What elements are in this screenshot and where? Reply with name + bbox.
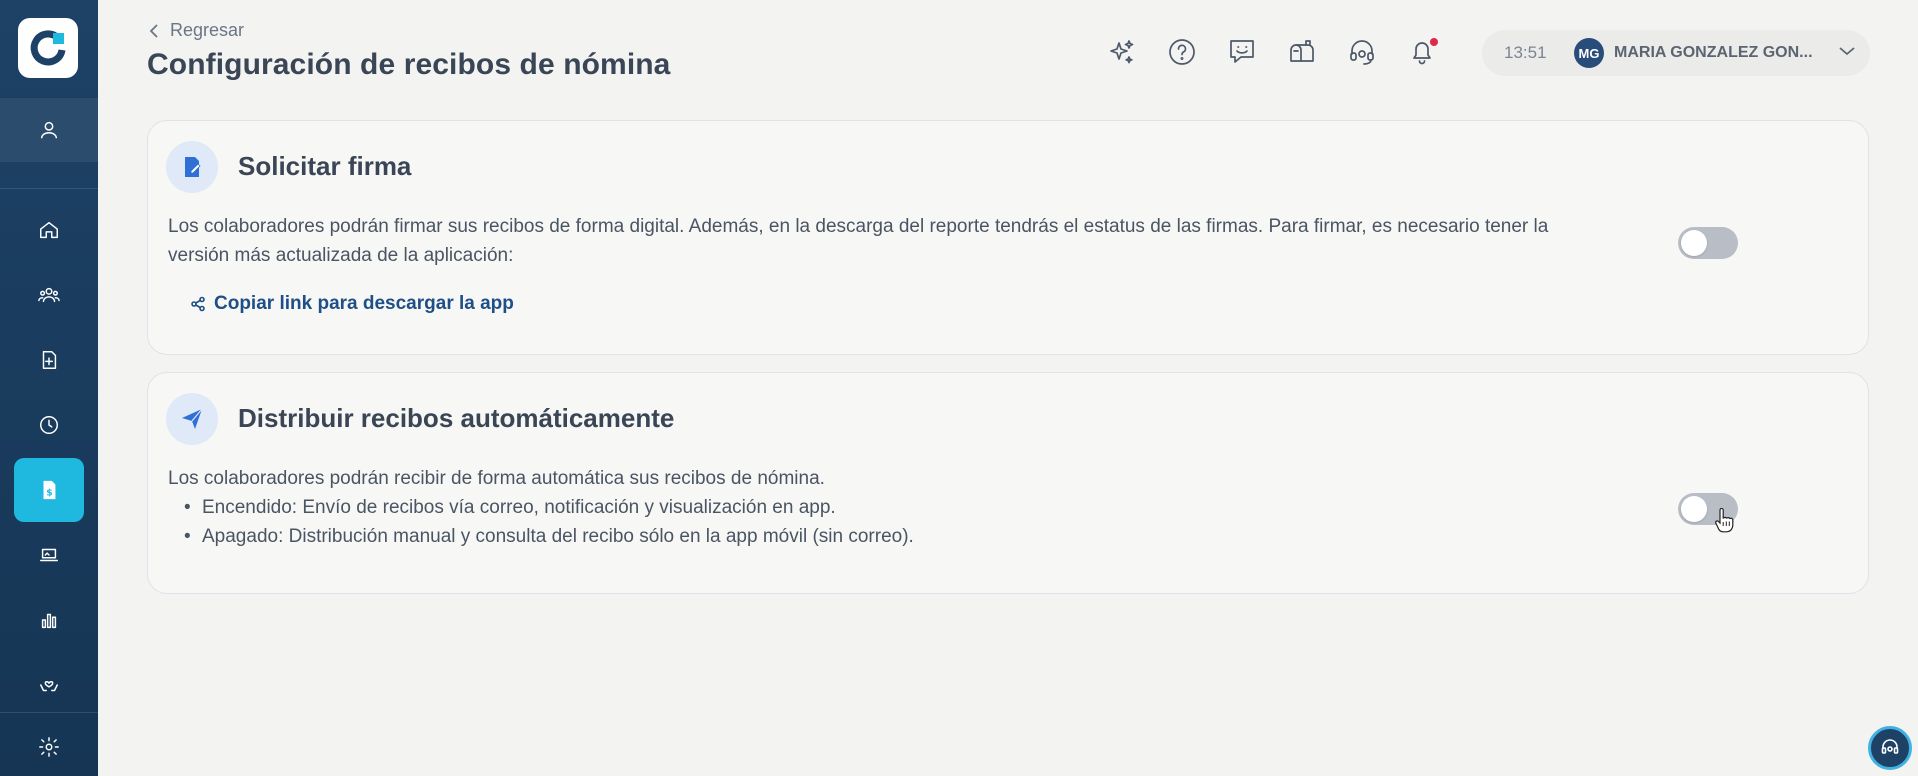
sidebar-item-devices[interactable] [14,523,84,587]
toggle-knob [1681,230,1707,256]
mailbox-button[interactable] [1272,34,1332,70]
clock-time: 13:51 [1504,43,1547,62]
document-add-icon [42,351,57,369]
sidebar-item-settings[interactable] [14,715,84,776]
signature-toggle[interactable] [1678,227,1738,259]
sidebar-item-home[interactable] [14,198,84,262]
copy-app-link-label: Copiar link para descargar la app [214,293,514,314]
ai-assistant-button[interactable] [1092,34,1152,70]
copy-app-link[interactable]: Copiar link para descargar la app [190,293,514,315]
feedback-icon [1230,40,1254,63]
support-headset-icon [1350,40,1374,65]
app-logo[interactable] [18,18,78,78]
user-icon [40,121,58,139]
list-item: Encendido: Envío de recibos vía correo, … [168,493,1608,522]
help-button[interactable] [1152,34,1212,70]
help-circle-icon [1169,39,1195,65]
send-icon [182,408,203,429]
distribution-intro: Los colaboradores podrán recibir de form… [168,468,825,489]
sidebar: $ [0,0,98,776]
signature-card: Solicitar firma Los colaboradores podrán… [147,120,1869,355]
header-toolbar [1092,34,1452,70]
svg-text:$: $ [46,488,52,499]
list-item: Apagado: Distribución manual y consulta … [168,522,1608,551]
feedback-button[interactable] [1212,34,1272,70]
back-label: Regresar [170,20,245,40]
people-icon [38,287,60,303]
logo-mark-icon [30,30,66,66]
mailbox-icon [1290,40,1314,62]
sidebar-item-wellbeing[interactable] [14,653,84,717]
user-name: MARIA GONZALEZ GON... [1614,44,1813,61]
distribution-bullets: Encendido: Envío de recibos vía correo, … [168,493,1608,551]
distribution-card-description: Los colaboradores podrán recibir de form… [168,464,1608,551]
share-icon [191,296,205,312]
bar-chart-icon [41,613,57,629]
sparkles-icon [1110,40,1134,64]
sidebar-item-people[interactable] [14,263,84,327]
clock-icon [40,416,58,434]
hands-heart-icon [40,681,58,692]
sidebar-item-profile[interactable] [0,98,98,162]
sidebar-item-documents[interactable] [14,328,84,392]
payroll-receipt-icon: $ [43,480,56,500]
sidebar-divider [0,188,98,189]
signature-card-icon [166,141,218,193]
hand-pointer-icon [1715,508,1734,533]
back-link[interactable]: Regresar [148,20,244,41]
distribution-card: Distribuir recibos automáticamente Los c… [147,372,1869,594]
laptop-icon [40,548,58,562]
chevron-down-icon [1839,47,1855,56]
support-headset-icon [1881,739,1899,754]
notifications-button[interactable] [1392,34,1452,70]
chevron-left-icon [149,23,158,38]
support-chat-button[interactable] [1868,726,1912,770]
sidebar-divider [0,712,98,713]
gear-icon [39,737,59,757]
sidebar-item-reports[interactable] [14,588,84,652]
user-menu-toggle[interactable] [1838,44,1856,62]
distribution-card-title: Distribuir recibos automáticamente [238,403,675,433]
sidebar-item-attendance[interactable] [14,393,84,457]
user-menu[interactable]: 13:51 MG MARIA GONZALEZ GON... [1482,30,1870,76]
support-button[interactable] [1332,34,1392,70]
signature-card-description: Los colaboradores podrán firmar sus reci… [168,216,1549,266]
avatar: MG [1574,38,1604,68]
signature-card-title: Solicitar firma [238,151,412,181]
sidebar-item-payroll-receipts[interactable]: $ [14,458,84,522]
distribution-card-icon [166,393,218,445]
page-title: Configuración de recibos de nómina [147,48,671,81]
notification-badge [1430,38,1438,46]
home-icon [40,221,58,239]
toggle-knob [1681,496,1707,522]
document-sign-icon [185,157,201,177]
